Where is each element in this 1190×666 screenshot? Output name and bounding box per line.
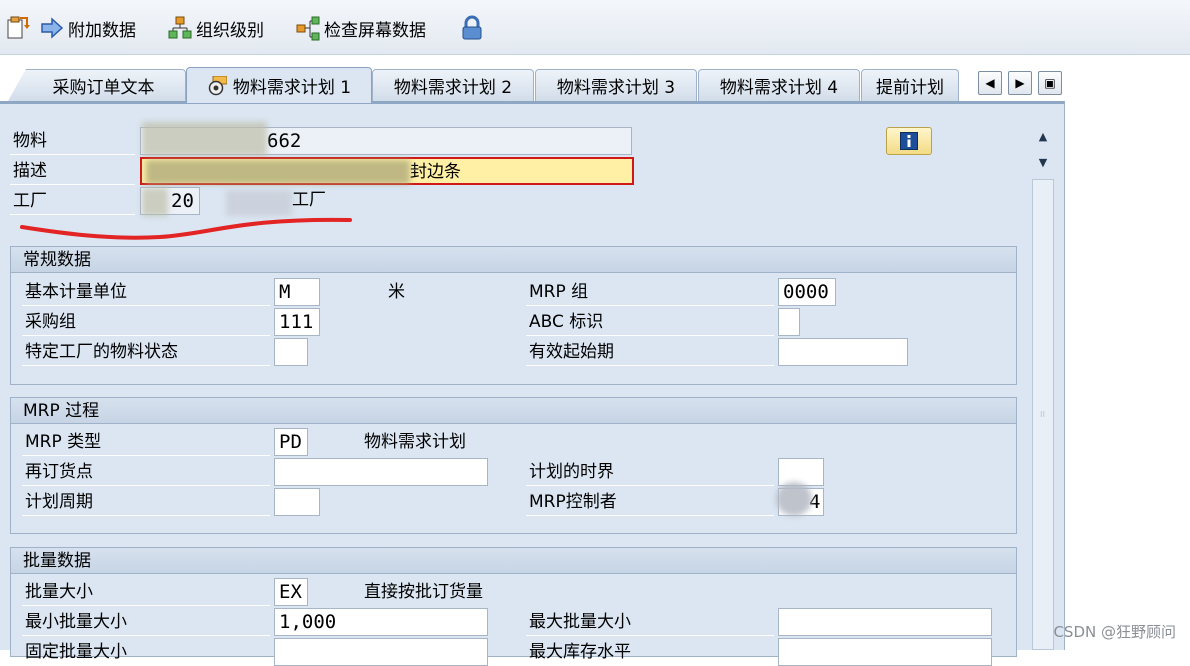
- mrp-controller-label: MRP控制者: [526, 488, 774, 516]
- fixed-lot-size-field[interactable]: [274, 638, 488, 666]
- redaction-mask: [142, 122, 267, 156]
- time-fence-field[interactable]: [778, 458, 824, 486]
- chevron-left-icon: ◀: [985, 76, 995, 90]
- tab-mrp-1-label: 物料需求计划 1: [232, 78, 352, 98]
- plant-status-label: 特定工厂的物料状态: [22, 338, 270, 366]
- gear-icon: [207, 75, 228, 96]
- tab-strip: 采购订单文本 物料需求计划 1 物料需求计划 2 物料需求计划 3 物料需求计划…: [0, 55, 1190, 103]
- vertical-scrollbar[interactable]: ▲ ▼ ⁝⁝: [1030, 123, 1056, 650]
- planning-cycle-label: 计划周期: [22, 488, 270, 516]
- tab-mrp-4[interactable]: 物料需求计划 4: [698, 69, 860, 101]
- annotation-underline: [20, 217, 352, 240]
- reorder-point-label: 再订货点: [22, 458, 270, 486]
- tab-po-text-label: 采购订单文本: [52, 78, 155, 98]
- min-lot-size-field[interactable]: 1,000: [274, 608, 488, 636]
- clipboard-icon: [6, 15, 30, 41]
- mrp-procedure-title: MRP 过程: [11, 398, 1016, 424]
- description-label: 描述: [10, 157, 135, 185]
- fixed-lot-size-label: 固定批量大小: [22, 638, 270, 666]
- tab-mrp-3-label: 物料需求计划 3: [556, 78, 676, 98]
- info-icon: [900, 132, 918, 150]
- tab-mrp-1[interactable]: 物料需求计划 1: [186, 67, 372, 103]
- tab-po-text[interactable]: 采购订单文本: [8, 69, 186, 101]
- check-screen-data-button[interactable]: 检查屏幕数据: [296, 14, 426, 42]
- hierarchy-icon: [168, 15, 192, 41]
- max-lot-size-label: 最大批量大小: [526, 608, 774, 636]
- arrow-right-icon: [40, 15, 64, 41]
- info-button[interactable]: [886, 127, 932, 155]
- scroll-track[interactable]: ⁝⁝: [1032, 179, 1054, 650]
- purchasing-group-field[interactable]: 111: [274, 308, 320, 336]
- lock-icon: [460, 15, 484, 41]
- base-unit-label: 基本计量单位: [22, 278, 270, 306]
- additional-data-button[interactable]: 附加数据: [40, 14, 136, 42]
- base-unit-text: 米: [388, 282, 405, 302]
- scroll-down-icon[interactable]: ▼: [1033, 153, 1053, 173]
- max-stock-field[interactable]: [778, 638, 992, 666]
- tab-mrp-2[interactable]: 物料需求计划 2: [372, 69, 534, 101]
- change-doc-button[interactable]: [6, 14, 30, 42]
- lot-size-label: 批量大小: [22, 578, 270, 606]
- tab-scroll-left-button[interactable]: ◀: [978, 71, 1002, 95]
- mrp-type-label: MRP 类型: [22, 428, 270, 456]
- check-structure-icon: [296, 15, 320, 41]
- lot-size-field[interactable]: EX: [274, 578, 308, 606]
- base-unit-field[interactable]: M: [274, 278, 320, 306]
- org-levels-button[interactable]: 组织级别: [168, 14, 264, 42]
- time-fence-label: 计划的时界: [526, 458, 774, 486]
- tab-list-icon: ▣: [1044, 76, 1056, 90]
- mrp-type-text: 物料需求计划: [364, 432, 466, 452]
- tab-list-button[interactable]: ▣: [1038, 71, 1062, 95]
- lock-button[interactable]: [460, 14, 484, 42]
- application-toolbar: 附加数据 组织级别 检查屏幕数据: [0, 0, 1190, 55]
- min-lot-size-label: 最小批量大小: [22, 608, 270, 636]
- material-label: 物料: [10, 127, 135, 155]
- reorder-point-field[interactable]: [274, 458, 488, 486]
- check-screen-data-label: 检查屏幕数据: [324, 20, 426, 41]
- tab-scroll-right-button[interactable]: ▶: [1008, 71, 1032, 95]
- tab-mrp-3[interactable]: 物料需求计划 3: [535, 69, 697, 101]
- redaction-mask: [146, 160, 410, 184]
- max-lot-size-field[interactable]: [778, 608, 992, 636]
- mrp-group-label: MRP 组: [526, 278, 774, 306]
- tab-mrp-2-label: 物料需求计划 2: [393, 78, 513, 98]
- valid-from-field[interactable]: [778, 338, 908, 366]
- mrp-group-field[interactable]: 0000: [778, 278, 836, 306]
- watermark: CSDN @狂野顾问: [1053, 623, 1176, 641]
- tab-forecast[interactable]: 提前计划: [861, 69, 959, 101]
- lot-size-text: 直接按批订货量: [364, 582, 483, 602]
- additional-data-label: 附加数据: [68, 20, 136, 41]
- abc-indicator-field[interactable]: [778, 308, 800, 336]
- material-value: 662: [267, 130, 302, 152]
- tab-forecast-label: 提前计划: [876, 78, 944, 98]
- mrp-type-field[interactable]: PD: [274, 428, 308, 456]
- redaction-mask: [776, 482, 812, 516]
- planning-cycle-field[interactable]: [274, 488, 320, 516]
- max-stock-label: 最大库存水平: [526, 638, 774, 666]
- abc-indicator-label: ABC 标识: [526, 308, 774, 336]
- description-value: 封边条: [410, 162, 461, 182]
- general-data-title: 常规数据: [11, 247, 1016, 273]
- lot-size-title: 批量数据: [11, 548, 1016, 574]
- valid-from-label: 有效起始期: [526, 338, 774, 366]
- plant-status-field[interactable]: [274, 338, 308, 366]
- org-levels-label: 组织级别: [196, 20, 264, 41]
- scroll-up-icon[interactable]: ▲: [1033, 127, 1053, 147]
- scroll-grip-icon: ⁝⁝: [1040, 410, 1046, 419]
- purchasing-group-label: 采购组: [22, 308, 270, 336]
- tab-mrp-4-label: 物料需求计划 4: [719, 78, 839, 98]
- chevron-right-icon: ▶: [1015, 76, 1025, 90]
